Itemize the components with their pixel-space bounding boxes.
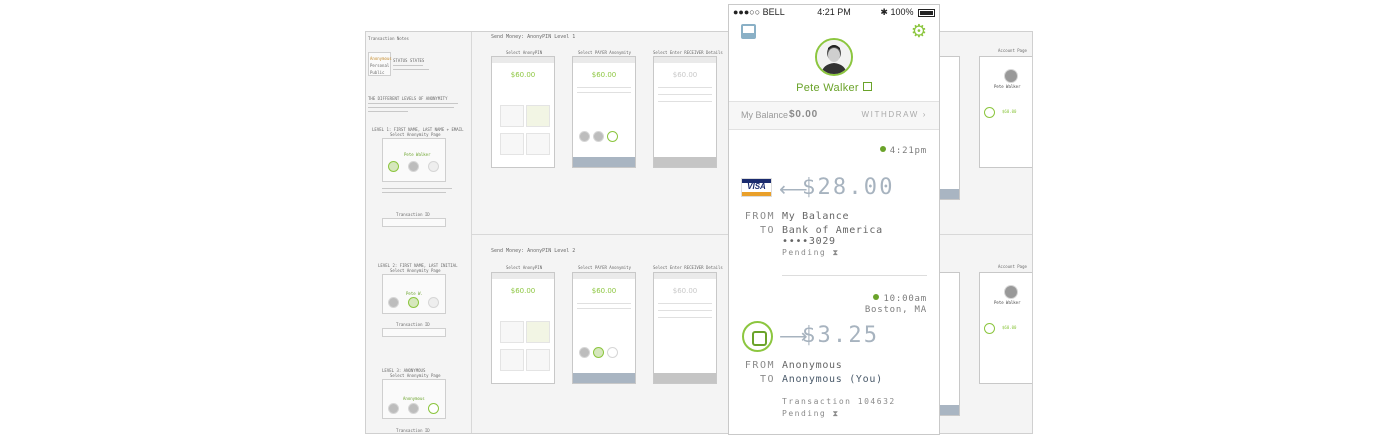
section1-title: Send Money: AnonyPIN Level 1 bbox=[491, 34, 576, 40]
notes-label: Anonymous bbox=[370, 56, 392, 61]
screen-label: Select AnonyPIN bbox=[506, 265, 543, 270]
withdraw-label: WITHDRAW bbox=[861, 110, 919, 119]
level1-name: Pete Walker bbox=[404, 152, 431, 157]
screen-label: Select AnonyPIN bbox=[506, 50, 543, 55]
transaction-card[interactable]: 4:21pm VISA ⟵ $28.00 FROM My Balance TO … bbox=[729, 129, 939, 279]
screen-label: Select PAYER Anonymity bbox=[578, 265, 631, 270]
to-label: TO bbox=[759, 225, 775, 236]
phone-screen: ●●●○○ BELL 4:21 PM ✱ 100% ⚙ Pete Walker … bbox=[728, 4, 940, 435]
user-name[interactable]: Pete Walker bbox=[729, 82, 939, 94]
avatar[interactable] bbox=[815, 38, 853, 76]
account-page-label: Account Page bbox=[998, 48, 1027, 53]
battery-icon bbox=[918, 8, 935, 17]
transaction-id-label: Transaction ID bbox=[396, 322, 430, 327]
status-bar: ●●●○○ BELL 4:21 PM ✱ 100% bbox=[729, 5, 939, 21]
transaction-time-text: 10:00am bbox=[883, 294, 927, 304]
status-dot bbox=[873, 294, 880, 300]
section2-title: Send Money: AnonyPIN Level 2 bbox=[491, 248, 576, 254]
user-name-text: Pete Walker bbox=[796, 82, 859, 94]
transaction-card[interactable]: 10:00am Boston, MA ⟶ $3.25 FROM Anonymou… bbox=[729, 279, 939, 429]
transaction-number: Transaction 104632 bbox=[782, 397, 896, 406]
transaction-id-label: Transaction ID bbox=[396, 212, 430, 217]
balance-bar: My Balance $0.00 WITHDRAW › bbox=[729, 101, 939, 130]
screen-amount: $60.00 bbox=[510, 287, 536, 295]
from-value: My Balance bbox=[782, 211, 850, 222]
to-label: TO bbox=[759, 374, 775, 385]
account-amount: $60.00 bbox=[1002, 109, 1017, 114]
edit-icon[interactable] bbox=[862, 82, 872, 91]
avatar-photo bbox=[817, 40, 851, 74]
account-name: Pete Walker bbox=[994, 300, 1021, 305]
notes-title: Transaction Notes bbox=[368, 36, 409, 41]
screen-amount: $60.00 bbox=[672, 287, 698, 295]
screen-amount: $60.00 bbox=[510, 71, 536, 79]
visa-card-icon: VISA bbox=[741, 178, 772, 197]
balance-amount: $0.00 bbox=[789, 109, 819, 120]
balance-label: My Balance bbox=[741, 110, 789, 120]
from-label: FROM bbox=[744, 360, 775, 371]
wireframe-notes-column: Transaction Notes Anonymous Personal Pub… bbox=[366, 32, 472, 433]
transaction-amount: $3.25 bbox=[802, 323, 880, 348]
screen-label: Select Enter RECEIVER Details bbox=[653, 50, 723, 55]
gear-icon[interactable]: ⚙ bbox=[911, 21, 927, 41]
transaction-time: 4:21pm bbox=[879, 146, 927, 156]
screen-amount: $60.00 bbox=[591, 71, 617, 79]
level2-name: Pete W. bbox=[406, 291, 423, 296]
to-value: Anonymous (You) bbox=[782, 374, 883, 385]
wireframe-screen: $60.00 bbox=[491, 56, 555, 168]
level2-subtitle: Select Anonymity Page bbox=[390, 268, 441, 273]
level3-name: Anonymous bbox=[403, 396, 425, 401]
levels-title: THE DIFFERENT LEVELS OF ANONYMITY bbox=[368, 96, 448, 101]
from-value: Anonymous bbox=[782, 360, 843, 371]
wireframe-screen: $60.00 bbox=[572, 56, 636, 168]
menu-icon[interactable] bbox=[741, 24, 756, 39]
transaction-time: 10:00am bbox=[873, 294, 927, 304]
pending-status: Pending ⧗ bbox=[782, 248, 840, 257]
transaction-location: Boston, MA bbox=[864, 305, 927, 315]
level1-subtitle: Select Anonymity Page bbox=[390, 132, 441, 137]
bluetooth-icon: ✱ bbox=[880, 7, 888, 17]
withdraw-button[interactable]: WITHDRAW › bbox=[862, 110, 927, 119]
level3-subtitle: Select Anonymity Page bbox=[390, 373, 441, 378]
from-label: FROM bbox=[744, 211, 775, 222]
battery-status: ✱ 100% bbox=[880, 7, 935, 18]
screen-amount: $60.00 bbox=[591, 287, 617, 295]
battery-percent: 100% bbox=[890, 7, 914, 17]
screen-label: Select Enter RECEIVER Details bbox=[653, 265, 723, 270]
level1-box bbox=[382, 138, 446, 182]
transaction-amount: $28.00 bbox=[802, 175, 895, 200]
screen-amount: $60.00 bbox=[672, 71, 698, 79]
account-screen: Pete Walker $60.00 bbox=[979, 56, 1032, 168]
wireframe-screen: $60.00 bbox=[491, 272, 555, 384]
notes-label: Personal bbox=[370, 63, 390, 68]
app-icon bbox=[742, 321, 773, 352]
account-name: Pete Walker bbox=[994, 84, 1021, 89]
notes-label: Public bbox=[370, 70, 385, 75]
wireframe-screen: $60.00 bbox=[572, 272, 636, 384]
transaction-id-label: Transaction ID bbox=[396, 428, 430, 433]
to-value: Bank of America ••••3029 bbox=[782, 225, 883, 247]
screen-label: Select PAYER Anonymity bbox=[578, 50, 631, 55]
account-screen: Pete Walker $60.00 bbox=[979, 272, 1032, 384]
account-amount: $60.00 bbox=[1002, 325, 1017, 330]
account-page-label: Account Page bbox=[998, 264, 1027, 269]
status-states-title: STATUS STATES bbox=[393, 58, 425, 63]
profile-header: ⚙ Pete Walker bbox=[729, 21, 939, 101]
wireframe-screen: $60.00 bbox=[653, 56, 717, 168]
transaction-time-text: 4:21pm bbox=[889, 146, 927, 156]
pending-status: Pending ⧗ bbox=[782, 409, 840, 418]
wireframe-screen: $60.00 bbox=[653, 272, 717, 384]
status-dot bbox=[879, 146, 886, 152]
